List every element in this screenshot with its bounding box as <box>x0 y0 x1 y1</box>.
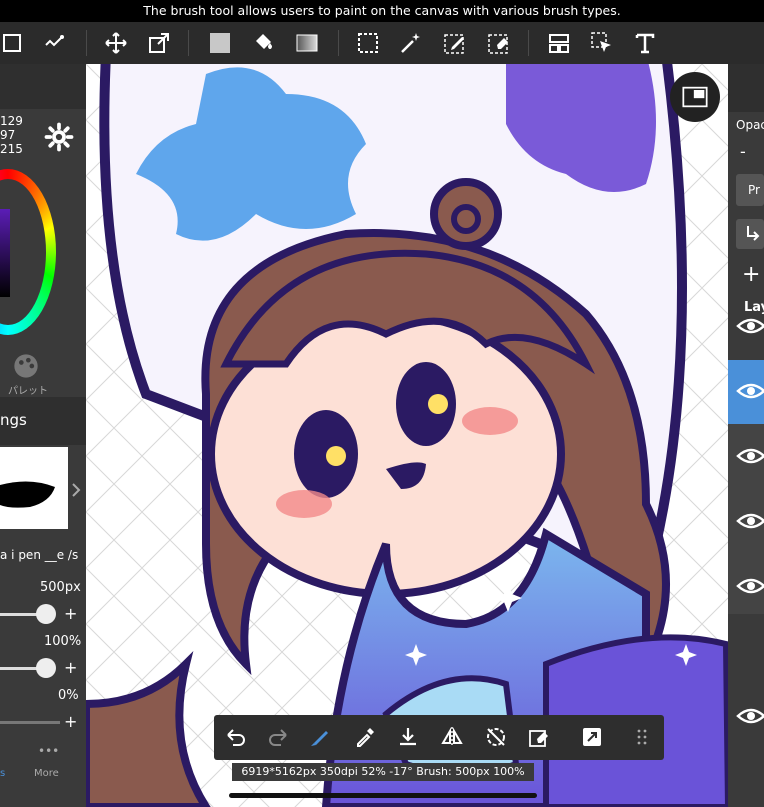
eyedropper-icon[interactable] <box>347 719 383 755</box>
fill-color-icon[interactable] <box>205 28 235 58</box>
magic-wand-icon[interactable] <box>396 28 426 58</box>
palette-icon[interactable] <box>12 352 42 380</box>
transform-icon[interactable] <box>144 28 174 58</box>
brush-transform-icon[interactable] <box>40 28 70 58</box>
select-eraser-icon[interactable] <box>484 28 514 58</box>
drawing-canvas[interactable] <box>86 64 728 807</box>
brush-name: a i pen __e /s <box>0 548 79 562</box>
opacity-value: 100% <box>44 634 82 649</box>
left-panel: 129 97 215 パレット ngs a i pen __e /s 500px… <box>0 64 86 807</box>
bucket-icon[interactable] <box>249 28 279 58</box>
select-rect-icon[interactable] <box>0 28 27 58</box>
merge-down-icon[interactable] <box>736 219 764 249</box>
brush-preview[interactable] <box>0 447 68 529</box>
caption-banner: The brush tool allows users to paint on … <box>0 0 764 22</box>
third-value: 0% <box>58 688 79 703</box>
layer-visibility-icon[interactable] <box>736 316 764 336</box>
layer-visibility-icon[interactable] <box>736 576 764 596</box>
palette-label: パレット <box>8 386 48 397</box>
right-panel: Opac - Pr + Lay <box>728 64 764 807</box>
layer-visibility-icon[interactable] <box>736 511 764 531</box>
color-value-b: 215 <box>0 142 23 156</box>
opacity-label: Opac <box>736 118 764 132</box>
third-slider-track <box>0 721 60 724</box>
move-icon[interactable] <box>101 28 131 58</box>
opacity-minus-icon[interactable]: - <box>740 142 746 161</box>
layer-label: Lay <box>744 300 764 315</box>
status-bar: 6919*5162px 350dpi 52% -17° Brush: 500px… <box>232 763 534 781</box>
opacity-slider-handle[interactable] <box>36 658 56 678</box>
undo-icon[interactable] <box>218 719 254 755</box>
color-value-r: 129 <box>0 114 23 128</box>
layer-visibility-icon[interactable] <box>736 706 764 726</box>
layer-visibility-icon[interactable] <box>736 381 764 401</box>
more-grid-icon[interactable] <box>624 719 660 755</box>
rotate-reset-icon[interactable] <box>478 719 514 755</box>
flip-icon[interactable] <box>434 719 470 755</box>
more-dots-icon[interactable]: ••• <box>38 744 59 758</box>
select-cursor-icon[interactable] <box>587 28 617 58</box>
third-plus-icon[interactable]: + <box>64 712 77 731</box>
layer-visibility-icon[interactable] <box>736 446 764 466</box>
select-pen-icon[interactable] <box>440 28 470 58</box>
brush-active-icon[interactable] <box>302 719 338 755</box>
size-value: 500px <box>40 580 81 595</box>
save-icon[interactable] <box>390 719 426 755</box>
size-slider-handle[interactable] <box>36 604 56 624</box>
share-icon[interactable] <box>574 719 610 755</box>
home-indicator <box>229 793 537 798</box>
brush-settings-title: ngs <box>0 411 27 429</box>
lasso-select-icon[interactable] <box>353 28 383 58</box>
text-icon[interactable] <box>630 28 660 58</box>
size-plus-icon[interactable]: + <box>64 604 77 623</box>
add-layer-icon[interactable]: + <box>742 264 760 286</box>
gear-icon[interactable] <box>44 122 74 152</box>
top-toolbar <box>0 22 764 65</box>
blend-mode-select[interactable]: Pr <box>736 174 764 206</box>
redo-icon[interactable] <box>260 719 296 755</box>
color-value-g: 97 <box>0 128 16 142</box>
chevron-right-icon[interactable] <box>68 474 86 504</box>
tab-partial[interactable]: s <box>0 768 5 779</box>
gradient-icon[interactable] <box>292 28 322 58</box>
color-wheel[interactable] <box>0 169 56 339</box>
fullscreen-toggle-icon[interactable] <box>670 72 720 122</box>
opacity-plus-icon[interactable]: + <box>64 658 77 677</box>
clear-icon[interactable] <box>521 719 557 755</box>
layer-move-icon[interactable] <box>544 28 574 58</box>
bottom-toolbar <box>214 715 664 760</box>
more-tab[interactable]: More <box>34 768 59 779</box>
